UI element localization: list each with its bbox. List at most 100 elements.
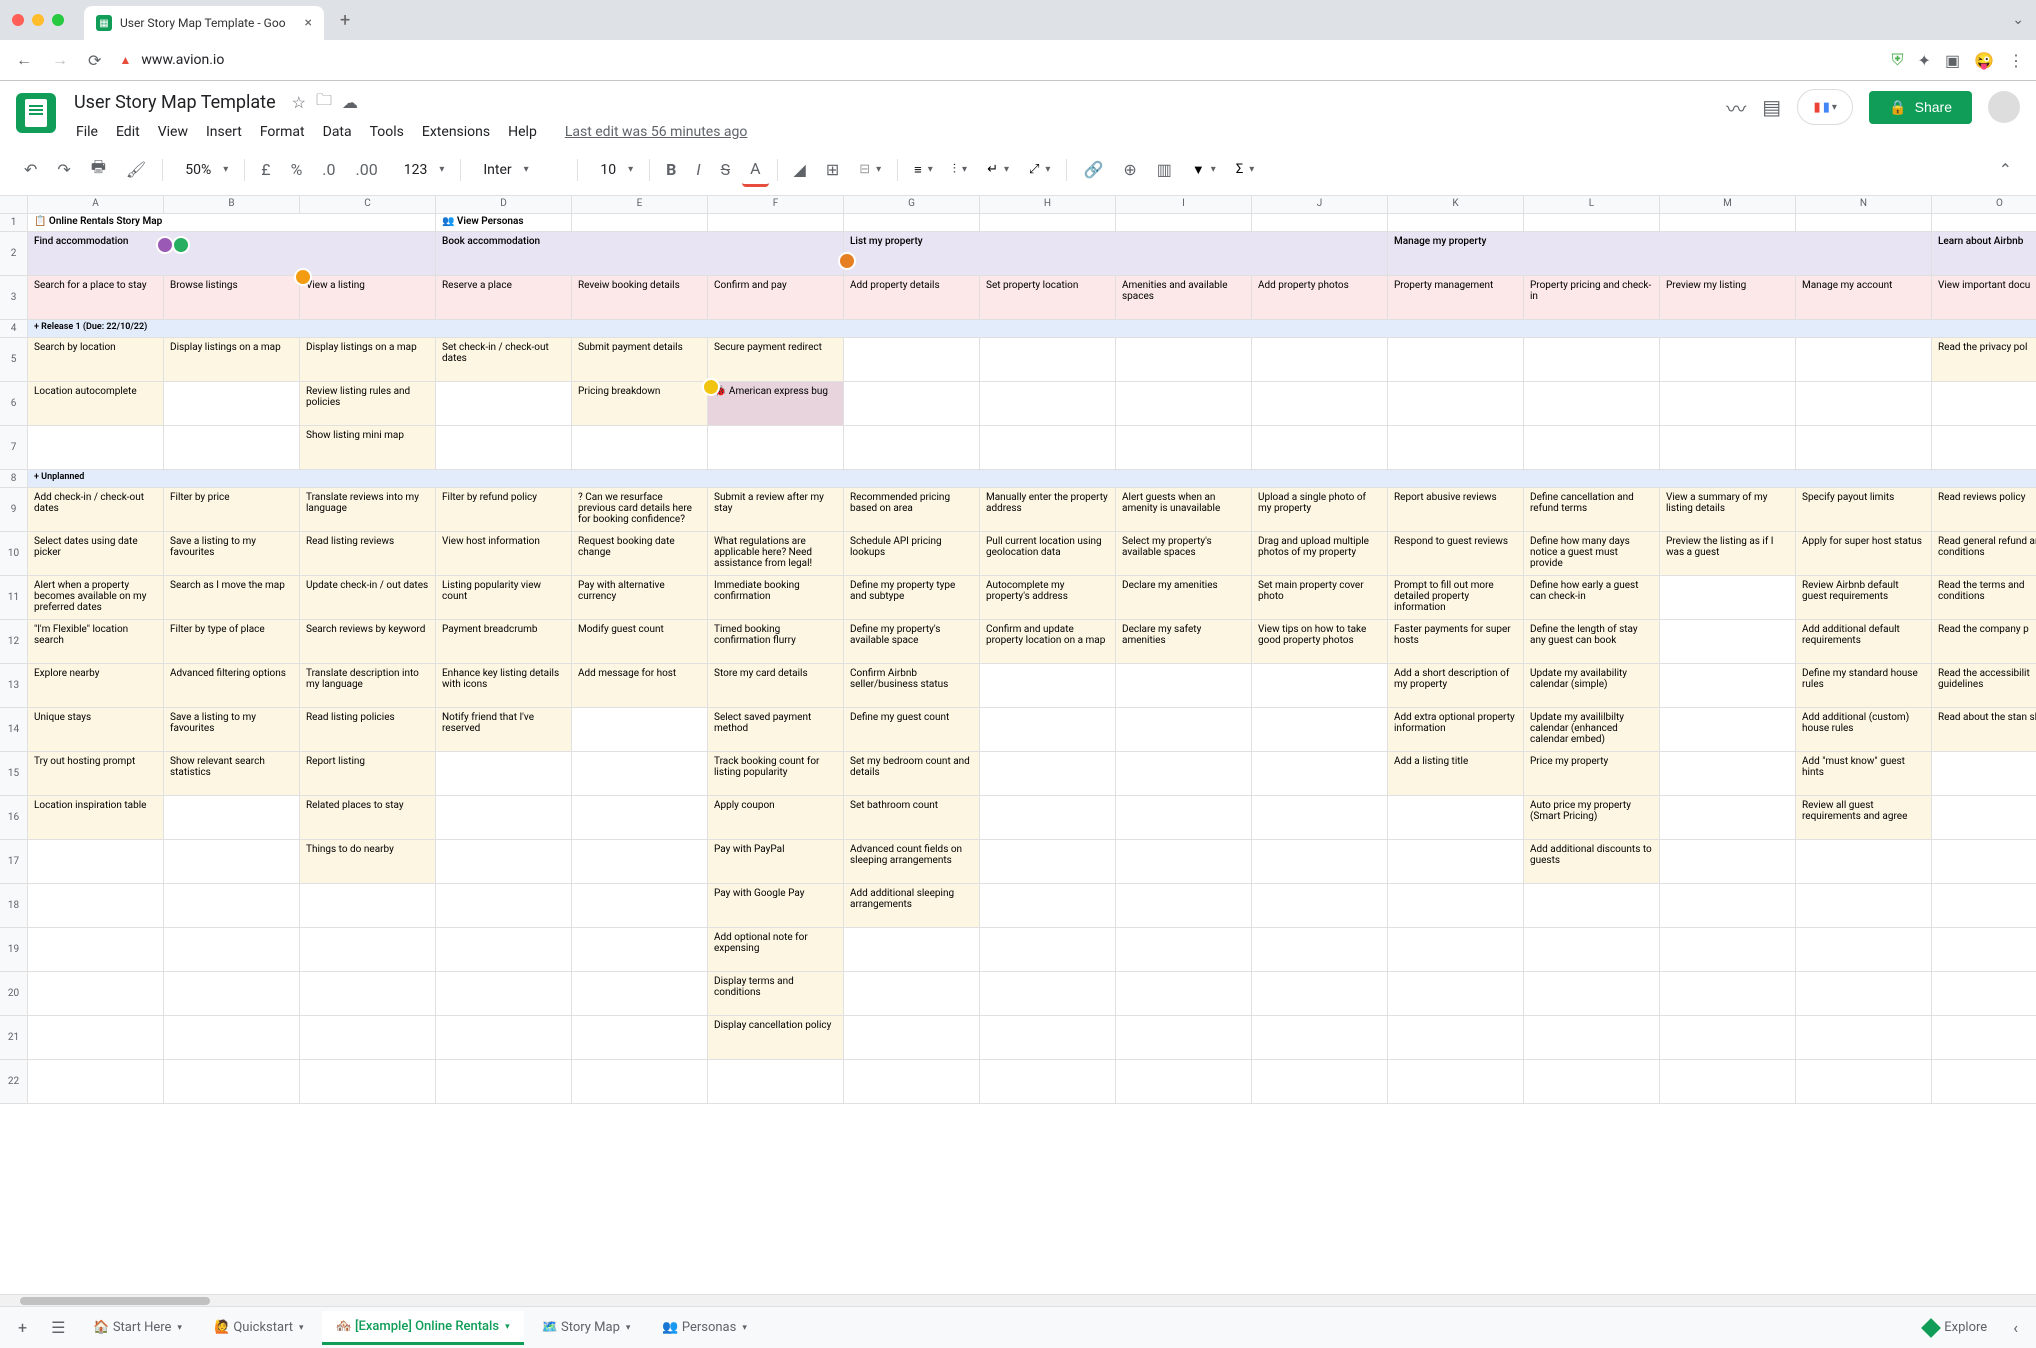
col-L[interactable]: L [1524,196,1660,214]
cell-7-I[interactable] [1116,426,1252,470]
extensions-icon[interactable]: ✦ [1918,51,1931,70]
cell-5-C[interactable]: Display listings on a map [300,338,436,382]
cell-9-I[interactable]: Alert guests when an amenity is unavaila… [1116,488,1252,532]
cell-6-F[interactable]: 🐞 American express bug [708,382,844,426]
menu-view[interactable]: View [150,120,196,144]
cell-11-N[interactable]: Review Airbnb default guest requirements [1796,576,1932,620]
step-3[interactable]: Reserve a place [436,276,572,320]
cell-17-C[interactable]: Things to do nearby [300,840,436,884]
cell-10-M[interactable]: Preview the listing as if I was a guest [1660,532,1796,576]
col-G[interactable]: G [844,196,980,214]
cell-14-K[interactable]: Add extra optional property information [1388,708,1524,752]
cell-19-N[interactable] [1796,928,1932,972]
step-2[interactable]: View a listing [300,276,436,320]
cell-9-E[interactable]: ? Can we resurface previous card details… [572,488,708,532]
cell-9-G[interactable]: Recommended pricing based on area [844,488,980,532]
cell-22-J[interactable] [1252,1060,1388,1104]
cell-1-F[interactable] [708,214,844,232]
cell-19-A[interactable] [28,928,164,972]
cell-12-L[interactable]: Define the length of stay any guest can … [1524,620,1660,664]
cell-19-E[interactable] [572,928,708,972]
cell-6-E[interactable]: Pricing breakdown [572,382,708,426]
row-2[interactable]: 2 [0,232,28,276]
link-icon[interactable]: 🔗 [1075,154,1111,185]
text-color-icon[interactable]: A [742,153,768,187]
cell-20-I[interactable] [1116,972,1252,1016]
cell-11-K[interactable]: Prompt to fill out more detailed propert… [1388,576,1524,620]
cell-22-D[interactable] [436,1060,572,1104]
row-21[interactable]: 21 [0,1016,28,1060]
cell-18-K[interactable] [1388,884,1524,928]
cell-7-A[interactable] [28,426,164,470]
cell-21-H[interactable] [980,1016,1116,1060]
cell-14-F[interactable]: Select saved payment method [708,708,844,752]
cell-18-H[interactable] [980,884,1116,928]
cell-13-H[interactable] [980,664,1116,708]
cell-18-I[interactable] [1116,884,1252,928]
cell-5-K[interactable] [1388,338,1524,382]
cell-15-G[interactable]: Set my bedroom count and details [844,752,980,796]
cell-11-B[interactable]: Search as I move the map [164,576,300,620]
borders-icon[interactable]: ⊞ [818,154,847,185]
cell-13-G[interactable]: Confirm Airbnb seller/business status [844,664,980,708]
cell-15-N[interactable]: Add "must know" guest hints [1796,752,1932,796]
cell-11-M[interactable] [1660,576,1796,620]
cell-7-O[interactable] [1932,426,2036,470]
halign-dropdown[interactable]: ≡▾ [906,158,941,182]
cell-18-B[interactable] [164,884,300,928]
cell-15-A[interactable]: Try out hosting prompt [28,752,164,796]
cell-18-D[interactable] [436,884,572,928]
cell-7-F[interactable] [708,426,844,470]
cell-1-A[interactable]: 📋 Online Rentals Story Map [28,214,436,232]
cell-21-O[interactable] [1932,1016,2036,1060]
cell-13-F[interactable]: Store my card details [708,664,844,708]
cell-14-C[interactable]: Read listing policies [300,708,436,752]
chart-icon[interactable]: ▥ [1149,154,1180,185]
cell-17-B[interactable] [164,840,300,884]
last-edit[interactable]: Last edit was 56 minutes ago [565,124,748,140]
cell-20-L[interactable] [1524,972,1660,1016]
cell-16-J[interactable] [1252,796,1388,840]
cell-12-A[interactable]: "I'm Flexible" location search [28,620,164,664]
cell-18-G[interactable]: Add additional sleeping arrangements [844,884,980,928]
row-15[interactable]: 15 [0,752,28,796]
menu-data[interactable]: Data [315,120,360,144]
cell-22-E[interactable] [572,1060,708,1104]
browser-tab[interactable]: ▦ User Story Map Template - Goo × [84,6,324,40]
cell-1-D[interactable]: 👥 View Personas [436,214,572,232]
cell-14-D[interactable]: Notify friend that I've reserved [436,708,572,752]
paint-format-icon[interactable]: 🖌 [118,154,154,185]
cell-20-A[interactable] [28,972,164,1016]
cell-9-K[interactable]: Report abusive reviews [1388,488,1524,532]
cell-17-K[interactable] [1388,840,1524,884]
row-18[interactable]: 18 [0,884,28,928]
cell-13-M[interactable] [1660,664,1796,708]
cell-7-J[interactable] [1252,426,1388,470]
cell-5-G[interactable] [844,338,980,382]
journey-O[interactable]: Learn about Airbnb [1932,232,2036,276]
cell-9-F[interactable]: Submit a review after my stay [708,488,844,532]
cell-21-G[interactable] [844,1016,980,1060]
row-13[interactable]: 13 [0,664,28,708]
cell-10-H[interactable]: Pull current location using geolocation … [980,532,1116,576]
cell-17-J[interactable] [1252,840,1388,884]
font-dropdown[interactable]: Inter▾ [469,154,569,186]
cell-18-C[interactable] [300,884,436,928]
cell-15-M[interactable] [1660,752,1796,796]
col-I[interactable]: I [1116,196,1252,214]
comments-icon[interactable]: ▤ [1762,95,1781,119]
cell-21-C[interactable] [300,1016,436,1060]
cell-6-J[interactable] [1252,382,1388,426]
cell-1-I[interactable] [1116,214,1252,232]
cell-9-L[interactable]: Define cancellation and refund terms [1524,488,1660,532]
menu-tools[interactable]: Tools [362,120,412,144]
col-N[interactable]: N [1796,196,1932,214]
sheet-tab-1[interactable]: 🙋 Quickstart▾ [200,1311,318,1344]
new-tab-button[interactable]: + [332,6,358,35]
row-22[interactable]: 22 [0,1060,28,1104]
cell-5-D[interactable]: Set check-in / check-out dates [436,338,572,382]
cell-16-N[interactable]: Review all guest requirements and agree [1796,796,1932,840]
col-H[interactable]: H [980,196,1116,214]
sidebar-toggle-icon[interactable]: ‹ [2003,1312,2028,1343]
cell-12-D[interactable]: Payment breadcrumb [436,620,572,664]
